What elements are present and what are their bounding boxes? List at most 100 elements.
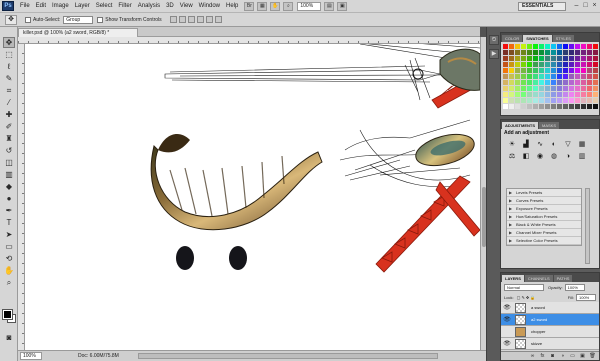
swatch-cell[interactable] [509,44,514,49]
swatch-cell[interactable] [551,98,556,103]
workspace-switcher[interactable]: ESSENTIALS [518,2,566,11]
swatch-cell[interactable] [581,86,586,91]
delete-layer-icon[interactable]: 🗑 [589,353,596,359]
swatch-cell[interactable] [503,104,508,109]
menu-analysis[interactable]: Analysis [135,0,163,13]
swatch-cell[interactable] [503,86,508,91]
swatch-cell[interactable] [521,98,526,103]
blend-mode-select[interactable]: Normal [504,283,544,291]
swatch-cell[interactable] [545,80,550,85]
swatch-cell[interactable] [587,104,592,109]
swatch-cell[interactable] [539,62,544,67]
swatch-cell[interactable] [527,74,532,79]
exposure-icon[interactable]: ◐ [549,140,559,149]
swatch-cell[interactable] [569,44,574,49]
swatch-cell[interactable] [551,56,556,61]
swatch-cell[interactable] [545,56,550,61]
swatch-cell[interactable] [545,98,550,103]
preset-hue-saturation[interactable]: Hue/Saturation Presets [507,213,581,221]
swatch-cell[interactable] [569,62,574,67]
swatch-cell[interactable] [557,92,562,97]
swatch-cell[interactable] [509,80,514,85]
menu-layer[interactable]: Layer [72,0,93,13]
swatch-cell[interactable] [593,62,598,67]
swatch-cell[interactable] [551,50,556,55]
eraser-tool-icon[interactable]: ◫ [3,157,15,168]
document-size-info[interactable]: Doc: 6.00M/75.8M [78,351,119,361]
swatch-cell[interactable] [551,86,556,91]
swatch-cell[interactable] [593,44,598,49]
swatch-cell[interactable] [581,98,586,103]
align-right-icon[interactable] [214,16,222,23]
swatch-cell[interactable] [575,44,580,49]
link-layers-icon[interactable]: ∞ [529,353,536,359]
opacity-field[interactable]: 100% [564,283,585,291]
lasso-tool-icon[interactable]: ℓ [3,61,15,72]
swatch-cell[interactable] [539,86,544,91]
swatch-cell[interactable] [515,92,520,97]
swatch-cell[interactable] [575,80,580,85]
swatch-cell[interactable] [515,74,520,79]
swatch-cell[interactable] [509,50,514,55]
swatch-cell[interactable] [563,44,568,49]
swatch-cell[interactable] [509,62,514,67]
dodge-tool-icon[interactable]: ● [3,193,15,204]
swatch-cell[interactable] [581,92,586,97]
swatch-cell[interactable] [581,104,586,109]
tab-adjustments[interactable]: ADJUSTMENTS [502,122,539,129]
swatch-cell[interactable] [575,104,580,109]
new-group-icon[interactable]: ▭ [569,353,576,359]
swatch-cell[interactable] [563,68,568,73]
swatch-cell[interactable] [587,74,592,79]
swatch-cell[interactable] [533,104,538,109]
type-tool-icon[interactable]: T [3,217,15,228]
black-white-icon[interactable]: ◧ [521,152,531,161]
swatch-cell[interactable] [593,80,598,85]
swatch-cell[interactable] [539,56,544,61]
swatch-cell[interactable] [557,50,562,55]
swatch-cell[interactable] [545,86,550,91]
swatch-cell[interactable] [557,80,562,85]
swatch-cell[interactable] [527,98,532,103]
swatch-cell[interactable] [533,86,538,91]
menu-window[interactable]: Window [196,0,223,13]
swatch-cell[interactable] [551,104,556,109]
eye-icon[interactable]: 👁 [503,340,511,348]
swatch-cell[interactable] [503,68,508,73]
swatch-cell[interactable] [539,104,544,109]
swatch-cell[interactable] [539,80,544,85]
swatch-cell[interactable] [587,80,592,85]
align-bottom-icon[interactable] [187,16,195,23]
show-transform-checkbox[interactable] [97,16,104,23]
pen-tool-icon[interactable]: ✒ [3,205,15,216]
swatch-cell[interactable] [539,74,544,79]
swatch-cell[interactable] [593,92,598,97]
swatch-cell[interactable] [545,44,550,49]
auto-select-checkbox[interactable] [25,16,31,23]
swatch-cell[interactable] [509,92,514,97]
swatch-cell[interactable] [569,80,574,85]
swatch-cell[interactable] [527,80,532,85]
swatch-cell[interactable] [551,68,556,73]
swatch-cell[interactable] [521,80,526,85]
swatch-cell[interactable] [569,50,574,55]
preset-black-white[interactable]: Black & White Presets [507,221,581,229]
bridge-icon[interactable]: Br [244,1,255,11]
swatch-cell[interactable] [521,74,526,79]
swatch-cell[interactable] [593,68,598,73]
swatch-cell[interactable] [557,98,562,103]
swatch-cell[interactable] [581,62,586,67]
swatch-cell[interactable] [527,44,532,49]
swatch-cell[interactable] [563,50,568,55]
posterize-icon[interactable]: ▥ [577,152,587,161]
tab-masks[interactable]: MASKS [539,122,560,129]
swatch-cell[interactable] [581,44,586,49]
swatch-cell[interactable] [557,68,562,73]
swatch-cell[interactable] [521,50,526,55]
zoom-view-icon[interactable]: ⌕ [283,1,294,11]
menu-filter[interactable]: Filter [115,0,134,13]
marquee-tool-icon[interactable]: ⬚ [3,49,15,60]
lock-icons[interactable]: ▢ ✎ ✥ 🔒 [517,295,536,300]
auto-select-dropdown[interactable]: Group [63,15,94,24]
swatch-cell[interactable] [557,56,562,61]
